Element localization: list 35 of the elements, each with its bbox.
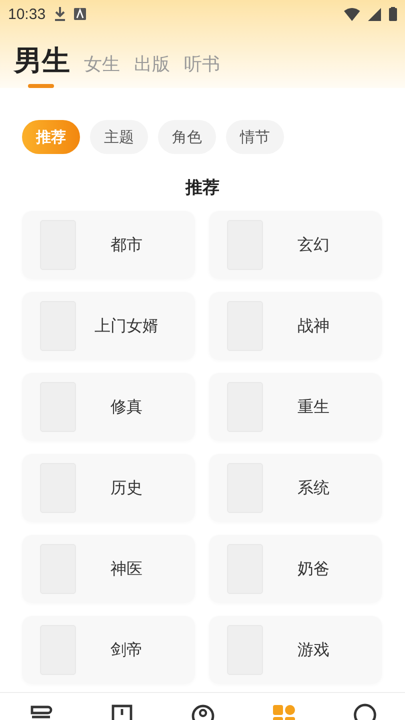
- tab-indicator: [28, 84, 54, 88]
- category-card[interactable]: 重生: [209, 373, 382, 441]
- category-card[interactable]: 玄幻: [209, 211, 382, 279]
- category-card[interactable]: 战神: [209, 292, 382, 360]
- filter-chip[interactable]: 角色: [158, 120, 216, 154]
- category-label: 神医: [110, 558, 144, 580]
- battery-icon: [389, 7, 397, 21]
- category-label: 上门女婿: [94, 316, 160, 336]
- category-label: 剑帝: [110, 640, 144, 660]
- category-card[interactable]: 奶爸: [209, 535, 382, 603]
- status-time: 10:33: [8, 6, 46, 22]
- category-card[interactable]: 神医: [22, 535, 195, 603]
- category-card[interactable]: 上门女婿: [22, 292, 195, 360]
- category-card[interactable]: 游戏: [209, 616, 382, 684]
- filter-chip[interactable]: 情节: [226, 120, 284, 154]
- tab[interactable]: 男生: [14, 42, 70, 88]
- category-label: 游戏: [296, 640, 330, 660]
- category-label: 历史: [110, 478, 144, 498]
- filter-chip[interactable]: 主题: [90, 120, 148, 154]
- category-label: 玄幻: [296, 234, 330, 256]
- category-label: 修真: [110, 396, 144, 418]
- wifi-icon: [344, 8, 360, 20]
- category-card[interactable]: 修真: [22, 373, 195, 441]
- category-label: 战神: [296, 316, 330, 336]
- category-label: 奶爸: [296, 558, 330, 580]
- category-label: 都市: [110, 234, 144, 256]
- category-card[interactable]: 都市: [22, 211, 195, 279]
- category-card[interactable]: 剑帝: [22, 616, 195, 684]
- section-title: 推荐: [184, 177, 220, 199]
- category-card[interactable]: 系统: [209, 454, 382, 522]
- category-card[interactable]: 历史: [22, 454, 195, 522]
- signal-icon: [368, 8, 381, 20]
- download-icon: [54, 7, 66, 21]
- category-label: 系统: [296, 478, 330, 498]
- category-label: 重生: [296, 396, 330, 418]
